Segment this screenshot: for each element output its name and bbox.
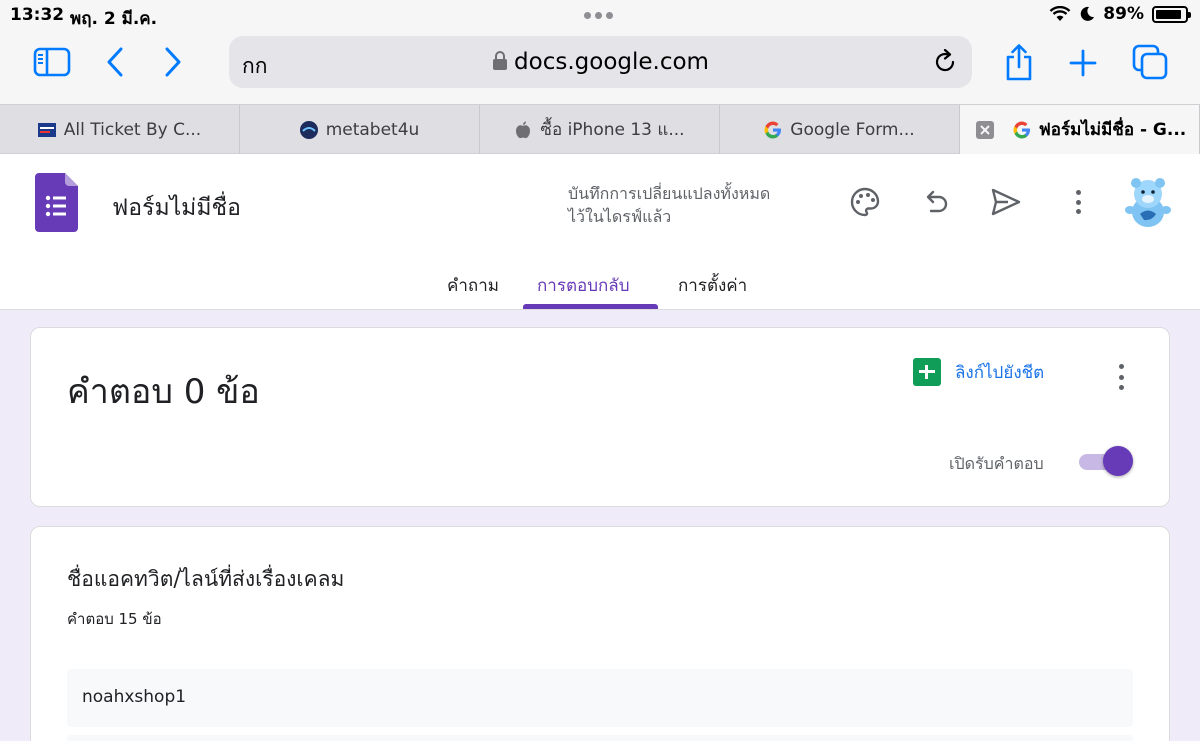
- url-text: docs.google.com: [514, 49, 709, 75]
- active-tab-indicator: [523, 304, 658, 309]
- tab-responses[interactable]: การตอบกลับ: [537, 272, 630, 299]
- lock-icon: [493, 51, 508, 70]
- form-title[interactable]: ฟอร์มไม่มีชื่อ: [112, 190, 241, 226]
- metabet-favicon: [299, 120, 318, 139]
- address-bar[interactable]: กก docs.google.com: [229, 36, 972, 88]
- status-time: 13:32: [10, 5, 65, 25]
- tab-label: Google Form...: [790, 119, 915, 140]
- tab-metabet4u[interactable]: metabet4u: [240, 105, 480, 154]
- question-title: ชื่อแอคทวิต/ไลน์ที่ส่งเรื่องเคลม: [67, 567, 345, 591]
- multitasking-dots[interactable]: [584, 12, 613, 19]
- moon-icon: [1081, 6, 1095, 21]
- forward-icon[interactable]: [160, 46, 186, 78]
- response-count: คำตอบ 0 ข้อ: [67, 372, 260, 412]
- new-tab-icon[interactable]: [1068, 48, 1098, 78]
- wifi-icon: [1049, 6, 1071, 21]
- browser-toolbar: กก docs.google.com: [0, 34, 1200, 92]
- responses-more-icon[interactable]: [1109, 362, 1133, 392]
- tab-all-ticket[interactable]: All Ticket By C...: [0, 105, 240, 154]
- responses-summary-card: คำตอบ 0 ข้อ ลิงก์ไปยังชีต เปิดรับคำตอบ: [30, 327, 1170, 507]
- share-icon[interactable]: [1002, 42, 1036, 82]
- back-icon[interactable]: [102, 46, 128, 78]
- save-status: บันทึกการเปลี่ยนแปลงทั้งหมด ไว้ในไดรฟ์แล…: [568, 182, 828, 228]
- tab-label: All Ticket By C...: [63, 119, 202, 140]
- list-item: noahxshop1: [67, 669, 1133, 727]
- browser-tab-bar: All Ticket By C... metabet4u ซื้อ iPhone…: [0, 104, 1200, 154]
- avatar[interactable]: [1122, 174, 1174, 230]
- question-summary-card: ชื่อแอคทวิต/ไลน์ที่ส่งเรื่องเคลม คำตอบ 1…: [30, 526, 1170, 741]
- forms-header: ฟอร์มไม่มีชื่อ บันทึกการเปลี่ยนแปลงทั้งห…: [0, 154, 1200, 310]
- close-tab-icon[interactable]: [976, 121, 994, 139]
- tab-untitled-form[interactable]: ฟอร์มไม่มีชื่อ - G...: [960, 105, 1200, 154]
- tabs-overview-icon[interactable]: [1132, 44, 1168, 80]
- battery-icon: [1152, 5, 1191, 23]
- tab-iphone[interactable]: ซื้อ iPhone 13 แ...: [480, 105, 720, 154]
- reload-icon[interactable]: [932, 48, 958, 79]
- browser-chrome: 13:32 พฤ. 2 มี.ค. 89% กก docs.google.com: [0, 0, 1200, 104]
- status-date: พฤ. 2 มี.ค.: [70, 9, 158, 29]
- tab-label: ฟอร์มไม่มีชื่อ - G...: [1038, 120, 1187, 140]
- accepting-responses-toggle[interactable]: [1079, 446, 1135, 476]
- palette-icon[interactable]: [847, 184, 883, 220]
- accepting-responses-label: เปิดรับคำตอบ: [949, 454, 1044, 473]
- google-favicon: [1013, 121, 1031, 139]
- link-to-sheets-label: ลิงก์ไปยังชีต: [955, 362, 1045, 383]
- google-favicon: [764, 121, 782, 139]
- tab-label: metabet4u: [325, 119, 420, 140]
- tab-label: ซื้อ iPhone 13 แ...: [540, 120, 685, 140]
- sheets-icon: [913, 358, 941, 386]
- link-to-sheets-button[interactable]: ลิงก์ไปยังชีต: [913, 358, 1044, 386]
- save-status-line2: ไว้ในไดรฟ์แล้ว: [568, 207, 672, 226]
- more-options-icon[interactable]: [1060, 184, 1096, 220]
- tab-questions[interactable]: คำถาม: [447, 272, 499, 299]
- question-response-count: คำตอบ 15 ข้อ: [67, 610, 162, 628]
- save-status-line1: บันทึกการเปลี่ยนแปลงทั้งหมด: [568, 184, 771, 203]
- battery-percent: 89%: [1103, 4, 1144, 24]
- form-tabs: คำถาม การตอบกลับ การตั้งค่า: [0, 254, 1200, 310]
- google-forms-logo-icon[interactable]: [35, 173, 78, 232]
- ticket-favicon: [37, 121, 56, 139]
- list-item: [67, 735, 1133, 741]
- status-bar: 13:32 พฤ. 2 มี.ค. 89%: [0, 0, 1200, 30]
- tab-google-forms[interactable]: Google Form...: [720, 105, 960, 154]
- send-icon[interactable]: [988, 184, 1024, 220]
- sidebar-icon[interactable]: [32, 46, 72, 78]
- apple-favicon: [514, 121, 532, 139]
- tab-settings[interactable]: การตั้งค่า: [678, 272, 747, 299]
- undo-icon[interactable]: [918, 184, 954, 220]
